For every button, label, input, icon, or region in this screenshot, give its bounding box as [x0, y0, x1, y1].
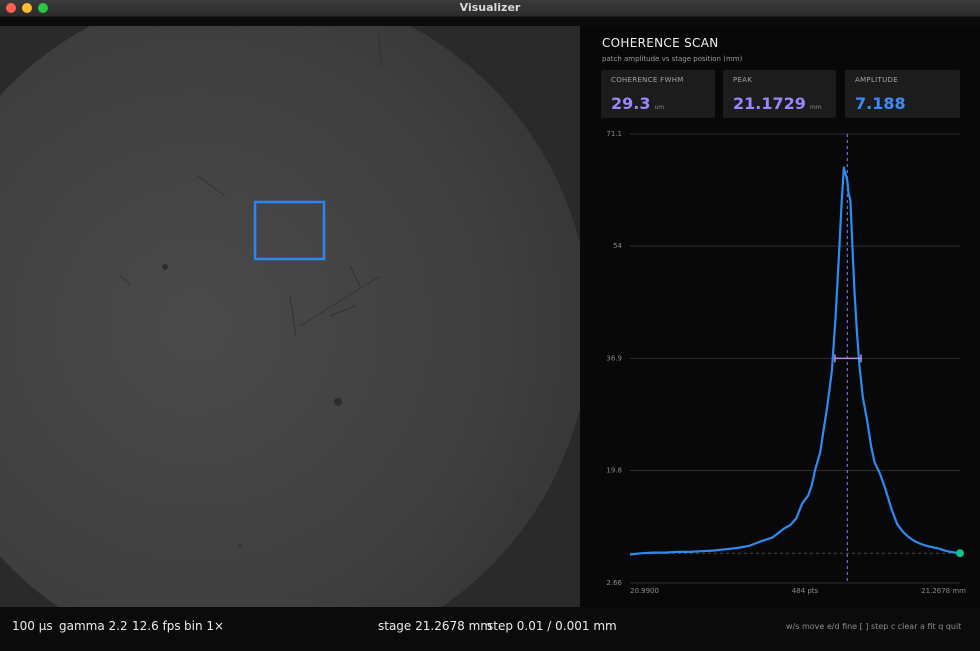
window-title: Visualizer: [459, 1, 521, 14]
y-tick-label: 71.1: [606, 130, 622, 138]
fwhm-label: COHERENCE FWHM: [611, 76, 684, 84]
y-tick-label: 2.66: [606, 579, 622, 587]
camera-image: [0, 26, 580, 607]
x-label-center: 484 pts: [792, 587, 819, 595]
step-size-readout: step 0.01 / 0.001 mm: [487, 619, 617, 633]
y-tick-label: 36.9: [606, 354, 622, 362]
peak-number: 21.1729: [733, 94, 806, 113]
fwhm-card: COHERENCE FWHM 29.3 um: [601, 70, 715, 118]
keyboard-shortcuts-hint: w/s move e/d fine [ ] step c clear a fit…: [786, 622, 962, 631]
fwhm-number: 29.3: [611, 94, 651, 113]
amplitude-value: 7.188: [855, 94, 906, 113]
coherence-panel: COHERENCE SCAN patch amplitude vs stage …: [581, 26, 980, 607]
stage-position-readout: stage 21.2678 mm: [378, 619, 492, 633]
illuminated-field: [0, 26, 580, 607]
title-bar: Visualizer: [0, 0, 980, 17]
fwhm-unit: um: [654, 104, 665, 111]
camera-viewport[interactable]: [0, 26, 580, 607]
exposure-readout: 100 µs: [12, 619, 53, 633]
coherence-chart[interactable]: 71.1 54 36.9 19.8 2.66 20.9900 484 pts 21.2678 …: [581, 126, 980, 607]
coherence-series-line: [629, 166, 961, 556]
gamma-readout: gamma 2.2: [59, 619, 128, 633]
fwhm-value: 29.3 um: [611, 94, 664, 113]
y-tick-label: 19.8: [606, 467, 622, 475]
current-position-marker: [956, 549, 964, 558]
peak-card: PEAK 21.1729 mm: [723, 70, 836, 118]
peak-label: PEAK: [733, 76, 753, 84]
bin-readout: bin 1×: [184, 619, 225, 633]
y-tick-label: 54: [613, 242, 622, 250]
panel-subtitle: patch amplitude vs stage position (mm): [602, 55, 743, 63]
peak-value: 21.1729 mm: [733, 94, 822, 113]
amplitude-number: 7.188: [855, 94, 906, 113]
x-label-right: 21.2678 mm: [921, 587, 966, 595]
panel-title: COHERENCE SCAN: [602, 36, 719, 50]
status-bar: 100 µs gamma 2.2 12.6 fps bin 1× stage 2…: [0, 607, 980, 651]
fps-readout: 12.6 fps: [132, 619, 181, 633]
peak-unit: mm: [809, 104, 822, 111]
x-label-left: 20.9900: [630, 587, 659, 595]
amplitude-label: AMPLITUDE: [855, 76, 898, 84]
amplitude-card: AMPLITUDE 7.188: [845, 70, 960, 118]
